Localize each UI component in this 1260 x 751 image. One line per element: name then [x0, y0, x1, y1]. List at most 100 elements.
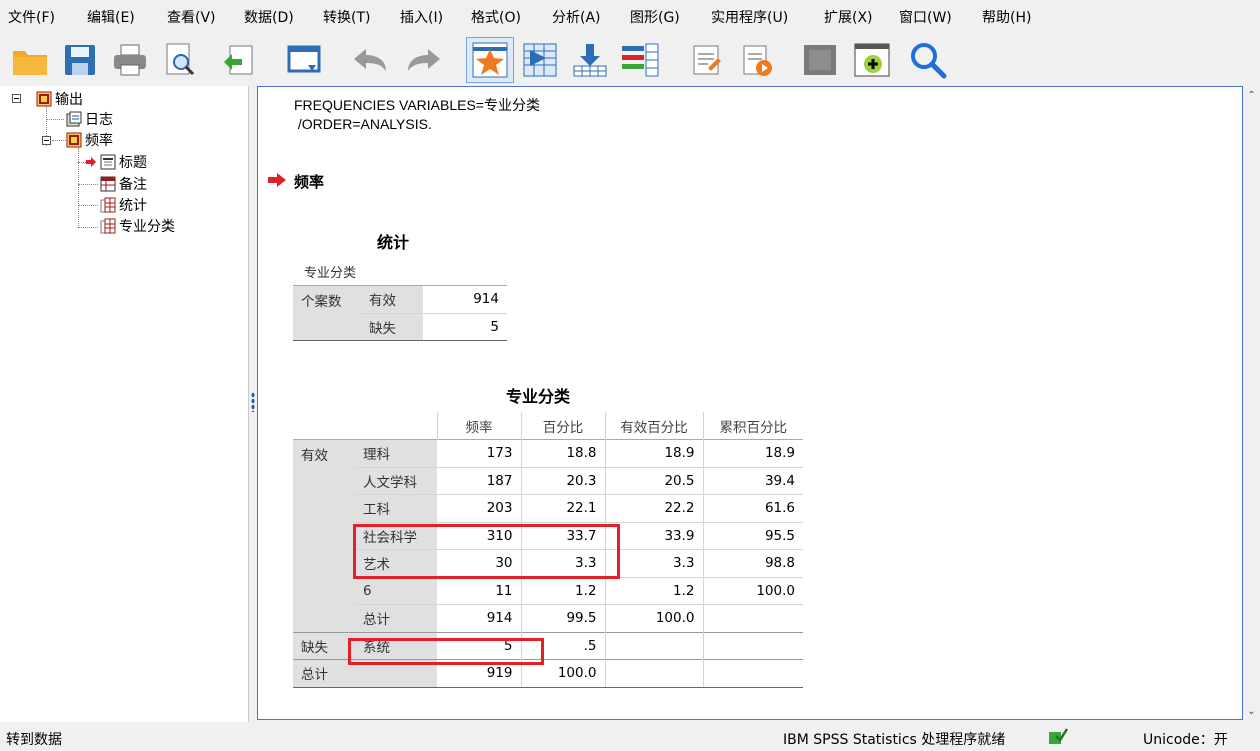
- percent-cell: 22.1: [520, 494, 605, 522]
- valid-percent-cell: 20.5: [604, 466, 703, 495]
- cumulative-percent-cell: [702, 659, 803, 688]
- redo-arrow-icon: [408, 49, 440, 71]
- col-header-percent: 百分比: [520, 412, 605, 440]
- cumulative-percent-cell: [702, 631, 803, 660]
- unicode-status: Unicode：开: [1143, 732, 1228, 748]
- menu-view[interactable]: 查看(V): [165, 7, 242, 27]
- scroll-up-icon[interactable]: ⌃: [1246, 90, 1257, 101]
- row-group-label: [293, 522, 355, 550]
- grey-panel-icon: [804, 45, 836, 75]
- table-row: 工科 203 22.1 22.2 61.6: [293, 494, 803, 522]
- outline-node-notes[interactable]: 备注: [100, 174, 147, 194]
- table-row: 6 11 1.2 1.2 100.0: [293, 576, 803, 605]
- procedure-heading[interactable]: 频率: [294, 171, 324, 192]
- collapse-output-toggle[interactable]: [12, 94, 21, 103]
- edit-document-icon: [693, 45, 721, 75]
- variables-button[interactable]: [616, 37, 664, 83]
- hide-item-button[interactable]: [796, 37, 844, 83]
- outline-node-major[interactable]: 专业分类: [100, 216, 175, 236]
- syntax-line-2: /ORDER=ANALYSIS.: [294, 116, 432, 132]
- goto-data-button[interactable]: [466, 37, 514, 83]
- undo-button[interactable]: [346, 37, 394, 83]
- freq-table-icon: [100, 218, 116, 234]
- menu-window[interactable]: 窗口(W): [897, 7, 980, 27]
- open-folder-button[interactable]: [6, 37, 54, 83]
- goto-variable-button[interactable]: [516, 37, 564, 83]
- menu-data[interactable]: 数据(D): [242, 7, 321, 27]
- log-icon: [66, 111, 82, 127]
- frequency-cell: 914: [437, 604, 521, 632]
- show-item-button[interactable]: [848, 37, 896, 83]
- percent-cell: 99.5: [520, 604, 605, 632]
- syntax-line-1: FREQUENCIES VARIABLES=专业分类: [294, 97, 540, 113]
- undo-arrow-icon: [354, 49, 386, 71]
- statistics-table-title: 统计: [377, 233, 410, 252]
- menu-format[interactable]: 格式(O): [469, 7, 550, 27]
- redo-button[interactable]: [400, 37, 448, 83]
- stats-cell: 914: [423, 285, 507, 313]
- menu-edit[interactable]: 编辑(E): [85, 7, 165, 27]
- pane-splitter[interactable]: [249, 86, 257, 722]
- printer-icon: [114, 44, 146, 76]
- floppy-disk-icon: [65, 45, 95, 75]
- magnifier-page-icon: [166, 43, 195, 76]
- cumulative-percent-cell: 98.8: [702, 549, 803, 577]
- output-content-pane: FREQUENCIES VARIABLES=专业分类 /ORDER=ANALYS…: [257, 86, 1243, 720]
- add-green-icon: [854, 43, 890, 77]
- menu-analyze[interactable]: 分析(A): [550, 7, 628, 27]
- designate-window-button[interactable]: [682, 37, 730, 83]
- row-group-label: [293, 604, 355, 632]
- menu-help[interactable]: 帮助(H): [980, 7, 1050, 27]
- row-group-label: [293, 577, 355, 605]
- row-label: 总计: [355, 604, 437, 632]
- menu-graphs[interactable]: 图形(G): [628, 7, 709, 27]
- outline-node-output[interactable]: 输出: [36, 89, 83, 109]
- outline-node-statistics[interactable]: 统计: [100, 195, 147, 215]
- valid-percent-cell: [604, 659, 703, 688]
- splitter-grip[interactable]: [251, 392, 255, 412]
- table-row: 总计 914 99.5 100.0: [293, 604, 803, 632]
- print-preview-button[interactable]: [156, 37, 204, 83]
- insert-cases-button[interactable]: [566, 37, 614, 83]
- menu-transform[interactable]: 转换(T): [321, 7, 398, 27]
- valid-percent-cell: [604, 631, 703, 660]
- statistics-variable-label: 专业分类: [304, 266, 357, 281]
- percent-cell: 20.3: [520, 466, 605, 495]
- statistics-table[interactable]: 个案数 有效 914 缺失 5: [293, 285, 507, 341]
- outline-node-title[interactable]: 标题: [100, 152, 147, 172]
- col-header-frequency: 频率: [436, 412, 521, 440]
- download-grid-icon: [573, 44, 607, 77]
- cumulative-percent-cell: 61.6: [702, 494, 803, 522]
- menu-insert[interactable]: 插入(I): [398, 7, 469, 27]
- output-book-icon: [36, 91, 52, 107]
- table-row: 人文学科 187 20.3 20.5 39.4: [293, 466, 803, 495]
- vertical-scrollbar[interactable]: ⌃ ⌄: [1243, 86, 1260, 722]
- search-button[interactable]: [904, 37, 952, 83]
- collapse-freq-toggle[interactable]: [42, 136, 51, 145]
- print-button[interactable]: [106, 37, 154, 83]
- recall-dialog-button[interactable]: [280, 37, 328, 83]
- cumulative-percent-cell: 18.9: [702, 439, 803, 467]
- highlight-box-social-arts: [353, 524, 620, 579]
- valid-percent-cell: 18.9: [604, 439, 703, 467]
- run-script-button[interactable]: [732, 37, 780, 83]
- percent-cell: 1.2: [520, 576, 605, 605]
- notes-table-icon: [100, 176, 116, 192]
- search-icon: [911, 43, 947, 79]
- star-grid-icon: [472, 42, 508, 78]
- processor-ready-icon: [1049, 728, 1068, 744]
- export-button[interactable]: [214, 37, 262, 83]
- valid-percent-cell: 1.2: [604, 576, 703, 605]
- menu-extensions[interactable]: 扩展(X): [822, 7, 897, 27]
- menu-utilities[interactable]: 实用程序(U): [709, 7, 822, 27]
- row-group-label: [293, 494, 355, 522]
- outline-node-log[interactable]: 日志: [66, 109, 113, 129]
- outline-node-frequencies[interactable]: 频率: [66, 130, 113, 150]
- menu-file[interactable]: 文件(F): [6, 7, 85, 27]
- valid-percent-cell: 100.0: [604, 604, 703, 632]
- save-button[interactable]: [56, 37, 104, 83]
- scroll-down-icon[interactable]: ⌄: [1246, 706, 1257, 717]
- row-group-label: 有效: [293, 439, 355, 467]
- toolbar: [0, 34, 1260, 86]
- cumulative-percent-cell: 39.4: [702, 466, 803, 495]
